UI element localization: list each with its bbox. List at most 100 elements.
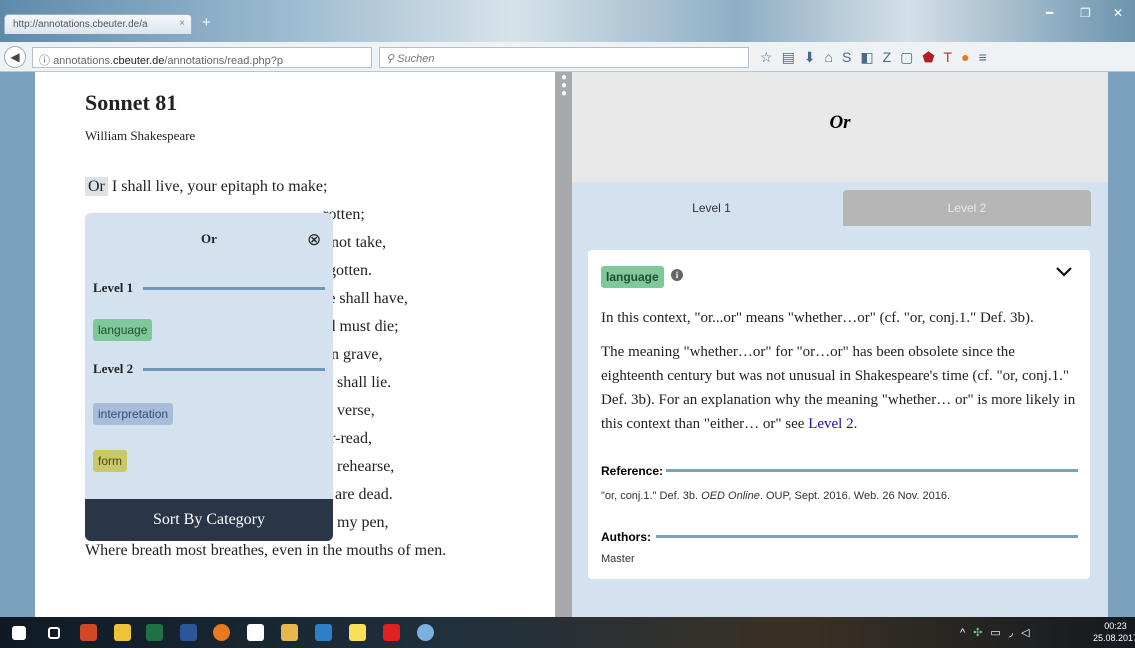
ublock-icon[interactable]: ⬟ <box>922 49 943 65</box>
volume-icon[interactable]: ◁ <box>1021 627 1037 639</box>
poem-fragment: fe shall have, <box>323 290 408 307</box>
author-name: Master <box>601 553 635 565</box>
poem-fragment: verse, <box>337 402 375 419</box>
reference-text: "or, conj.1." Def. 3b. OED Online. OUP, … <box>601 490 950 502</box>
media-icon[interactable] <box>315 624 332 641</box>
annotation-text-1: In this context, "or...or" means "whethe… <box>601 310 1034 326</box>
close-icon[interactable]: ✕ <box>1113 6 1123 20</box>
minimize-icon[interactable]: ━ <box>1046 6 1053 20</box>
start-icon[interactable] <box>12 626 26 640</box>
tab-level-2[interactable]: Level 2 <box>843 190 1091 226</box>
navigation-bar: ◀ ⓘ annotations.cbeuter.de/annotations/r… <box>0 42 1135 72</box>
chip-language[interactable]: language <box>93 319 153 341</box>
info-icon[interactable]: ⓘ <box>39 55 50 67</box>
file-explorer-icon[interactable] <box>114 624 131 641</box>
extension-icon[interactable]: ◧ <box>860 49 882 65</box>
page-content: Sonnet 81 William Shakespeare Or I shall… <box>0 72 1135 617</box>
reference-label: Reference: <box>601 464 664 478</box>
excel-icon[interactable] <box>146 624 163 641</box>
section-divider <box>666 469 1078 472</box>
poem-fragment: ld must die; <box>323 318 399 335</box>
browser-tab[interactable]: http://annotations.cbeuter.de/a × <box>4 14 192 34</box>
search-icon: ⚲ <box>386 53 398 65</box>
poem-fragment: d are dead. <box>323 486 393 503</box>
reading-list-icon[interactable]: ▤ <box>782 49 804 65</box>
annotation-text-2-end: . <box>853 416 858 432</box>
poem-fragment: shall lie. <box>337 374 392 391</box>
star-icon[interactable]: ☆ <box>760 49 782 65</box>
poem-last-line: Where breath most breathes, even in the … <box>85 542 447 559</box>
back-icon[interactable]: ◀ <box>4 46 26 68</box>
screenshot-icon[interactable]: ▢ <box>900 49 922 65</box>
annotation-header: Or <box>572 72 1108 182</box>
taskbar: ^✣▭◞◁ 00:23 25.08.2017 <box>0 617 1135 648</box>
annotation-text-2: The meaning "whether…or" for "or…or" has… <box>601 340 1081 436</box>
tab-level-1[interactable]: Level 1 <box>588 190 835 226</box>
search-placeholder: Suchen <box>397 53 435 65</box>
section-divider <box>656 535 1078 538</box>
tab-close-icon[interactable]: × <box>179 18 185 29</box>
download-icon[interactable]: ⬇ <box>804 49 825 65</box>
chip-form[interactable]: form <box>93 450 127 472</box>
wifi-icon[interactable]: ◞ <box>1009 627 1021 639</box>
poem-fragment: my pen, <box>337 514 389 531</box>
annotation-word: Or <box>829 112 851 133</box>
popup-title: Or <box>201 231 217 246</box>
drag-handle-icon[interactable]: ● ● ● <box>561 73 567 99</box>
url-domain: cbeuter.de <box>113 55 165 67</box>
url-path: /annotations/read.php?p <box>164 55 284 67</box>
panel-splitter[interactable]: ● ● ● <box>555 72 572 617</box>
url-bar[interactable]: ⓘ annotations.cbeuter.de/annotations/rea… <box>32 47 372 68</box>
level-2-link[interactable]: Level 2 <box>808 416 853 432</box>
globe-icon[interactable] <box>417 624 434 641</box>
chip-interpretation[interactable]: interpretation <box>93 403 174 425</box>
close-icon[interactable]: ⊗ <box>307 231 321 248</box>
battery-icon[interactable]: ▭ <box>990 627 1008 639</box>
level-divider <box>143 287 325 290</box>
level-divider <box>143 368 325 371</box>
clock-date: 25.08.2017 <box>1093 633 1135 643</box>
authors-label: Authors: <box>601 530 651 544</box>
t-extension-icon[interactable]: T <box>944 49 962 65</box>
browser-title-bar: http://annotations.cbeuter.de/a × + ━ ❐ … <box>0 0 1135 42</box>
toolbar-icons: ☆▤⬇⌂S◧Z▢⬟T●≡ <box>760 49 996 66</box>
poem-author: William Shakespeare <box>85 128 196 143</box>
folder-icon[interactable] <box>281 624 298 641</box>
info-icon[interactable]: i <box>671 269 683 281</box>
task-view-icon[interactable] <box>48 627 60 639</box>
reference-pre: "or, conj.1." Def. 3b. <box>601 490 702 502</box>
chevron-down-icon[interactable] <box>1055 264 1073 280</box>
zotero-icon[interactable]: Z <box>883 49 901 65</box>
poem-line-1-text: I shall live, your epitaph to make; <box>107 178 328 195</box>
menu-icon[interactable]: ≡ <box>979 49 996 65</box>
popup-level-2-label: Level 2 <box>93 361 134 376</box>
tab-title: http://annotations.cbeuter.de/a <box>13 19 148 30</box>
search-input[interactable]: ⚲ Suchen <box>379 47 749 68</box>
s-extension-icon[interactable]: S <box>842 49 860 65</box>
chevron-up-icon[interactable]: ^ <box>960 627 973 639</box>
poem-fragment: rehearse, <box>337 458 395 475</box>
network-icon[interactable]: ✣ <box>973 627 990 639</box>
word-icon[interactable] <box>180 624 197 641</box>
sticky-notes-icon[interactable] <box>349 624 366 641</box>
category-badge[interactable]: language <box>601 266 664 288</box>
new-tab-icon[interactable]: + <box>202 14 211 31</box>
firefox-icon[interactable] <box>213 624 230 641</box>
reference-post: . OUP, Sept. 2016. Web. 26 Nov. 2016. <box>759 490 951 502</box>
maximize-icon[interactable]: ❐ <box>1080 6 1091 20</box>
reference-italic: OED Online <box>701 490 760 502</box>
powerpoint-icon[interactable] <box>80 624 97 641</box>
clock[interactable]: 00:23 25.08.2017 <box>1093 620 1135 644</box>
sort-by-category-button[interactable]: Sort By Category <box>85 499 333 541</box>
mail-icon[interactable] <box>247 624 264 641</box>
clock-time: 00:23 <box>1104 621 1127 631</box>
poem-title: Sonnet 81 <box>85 90 178 115</box>
annotated-word[interactable]: Or <box>85 177 108 196</box>
popup-level-1-label: Level 1 <box>93 280 134 295</box>
annotation-popup: Or ⊗ Level 1 language Level 2 interpreta… <box>85 213 333 541</box>
poem-panel: Sonnet 81 William Shakespeare Or I shall… <box>35 72 555 617</box>
firefox-icon[interactable]: ● <box>961 49 978 65</box>
scrollbar[interactable] <box>1108 72 1135 617</box>
home-icon[interactable]: ⌂ <box>825 49 842 65</box>
acrobat-icon[interactable] <box>383 624 400 641</box>
